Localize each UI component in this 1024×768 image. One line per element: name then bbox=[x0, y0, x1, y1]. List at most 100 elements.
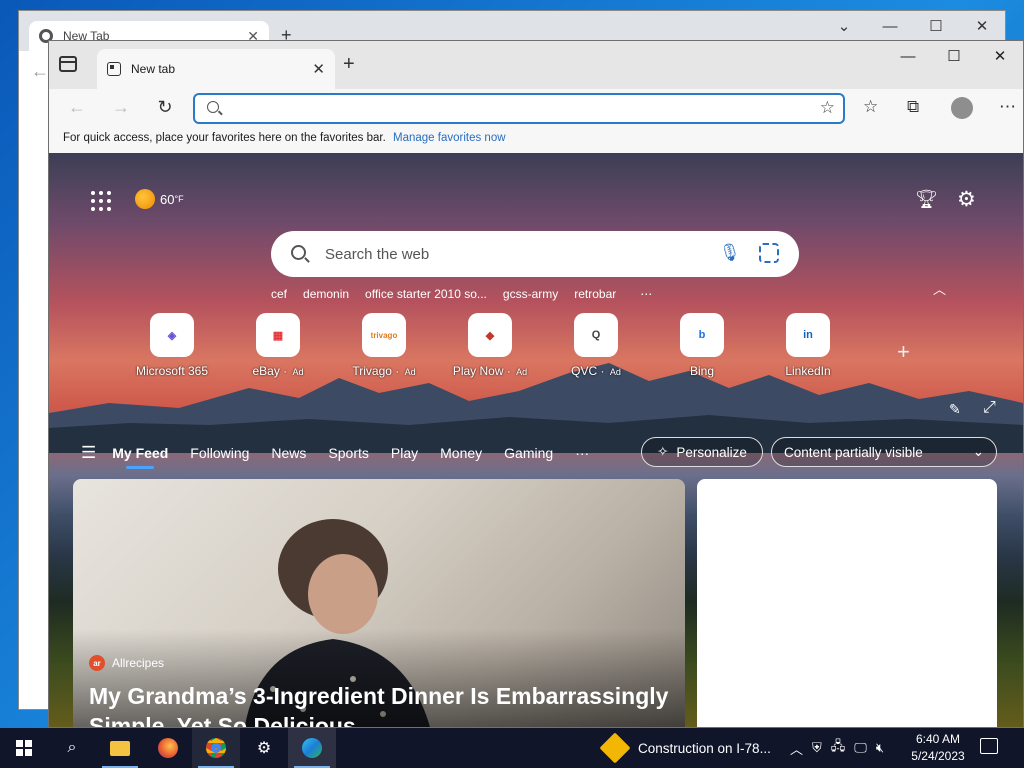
background-tab-search-icon[interactable]: ⌄ bbox=[821, 11, 867, 41]
hamburger-menu-icon[interactable]: ☰ bbox=[81, 443, 96, 463]
more-icon[interactable]: ⋯ bbox=[999, 97, 1016, 117]
minimize-button[interactable]: — bbox=[885, 41, 931, 71]
personalize-button[interactable]: ✧ Personalize bbox=[641, 437, 763, 467]
quick-link[interactable]: Q QVC · Ad bbox=[543, 313, 649, 378]
tab-gaming[interactable]: Gaming bbox=[504, 445, 553, 461]
news-notification[interactable]: Construction on I-78... bbox=[599, 728, 771, 768]
search-icon bbox=[291, 245, 306, 260]
favorites-icon[interactable]: ☆ bbox=[863, 97, 878, 117]
construction-warning-icon bbox=[599, 732, 631, 764]
shield-icon[interactable]: ⛨ bbox=[812, 740, 822, 756]
chrome-icon[interactable] bbox=[192, 728, 240, 768]
tab-news[interactable]: News bbox=[271, 445, 306, 461]
background-back-icon[interactable]: ← bbox=[31, 61, 49, 82]
quick-link-name: Bing bbox=[689, 364, 715, 378]
quick-link-name: Trivago bbox=[352, 364, 392, 378]
more-tabs-icon[interactable]: ··· bbox=[575, 445, 589, 461]
edit-background-icon[interactable]: ✎ bbox=[949, 401, 961, 418]
windows-logo-icon bbox=[16, 740, 32, 756]
add-site-button[interactable]: + bbox=[897, 339, 910, 365]
maximize-button[interactable]: ☐ bbox=[931, 41, 977, 71]
manage-favorites-link[interactable]: Manage favorites now bbox=[393, 132, 506, 144]
edge-window: New tab ✕ + — ☐ ✕ ← → ↻ ☆ ☆ ⧉ ⋯ For quic… bbox=[48, 40, 1024, 728]
newtab-favicon-icon bbox=[107, 62, 121, 76]
address-bar[interactable]: ☆ bbox=[193, 93, 845, 124]
web-search-input[interactable] bbox=[325, 244, 705, 264]
network-icon[interactable]: 🖧︎ bbox=[831, 737, 846, 759]
content-visibility-label: Content partially visible bbox=[784, 444, 923, 460]
trending-item[interactable]: gcss-army bbox=[503, 287, 558, 301]
background-minimize-button[interactable]: — bbox=[867, 11, 913, 41]
settings-gear-icon[interactable]: ⚙ bbox=[957, 187, 976, 212]
monitor-icon[interactable]: 🖵︎ bbox=[854, 740, 867, 756]
trending-more-icon[interactable]: ⋯ bbox=[640, 287, 652, 301]
ad-badge: Ad bbox=[292, 367, 304, 377]
quick-link[interactable]: trivago Trivago · Ad bbox=[331, 313, 437, 378]
card-source-name: Allrecipes bbox=[112, 656, 165, 670]
show-hidden-icons-icon[interactable]: ︿ bbox=[790, 739, 803, 758]
settings-gear-icon[interactable]: ⚙ bbox=[240, 728, 288, 768]
quick-link[interactable]: b Bing bbox=[649, 313, 755, 378]
tab-my-feed[interactable]: My Feed bbox=[112, 445, 168, 469]
tab-close-icon[interactable]: ✕ bbox=[312, 60, 325, 78]
quick-link[interactable]: ▦ eBay · Ad bbox=[225, 313, 331, 378]
profile-avatar[interactable] bbox=[951, 97, 973, 119]
collections-icon[interactable]: ⧉ bbox=[907, 97, 919, 117]
quick-link[interactable]: in LinkedIn bbox=[755, 313, 861, 378]
edge-icon[interactable] bbox=[288, 728, 336, 768]
quick-links: ◈ Microsoft 365 ▦ eBay · Ad trivago Trivago ·… bbox=[119, 313, 861, 378]
notifications-icon[interactable] bbox=[980, 738, 998, 754]
system-tray: ︿ ⛨ 🖧︎ 🖵︎ 🔇︎ bbox=[790, 728, 893, 768]
favorites-bar: For quick access, place your favorites h… bbox=[49, 129, 1023, 155]
ad-badge: Ad bbox=[609, 367, 621, 377]
allrecipes-logo-icon: ar bbox=[89, 655, 105, 671]
tab-following[interactable]: Following bbox=[190, 445, 249, 461]
visual-search-icon[interactable] bbox=[759, 243, 779, 263]
tab-sports[interactable]: Sports bbox=[328, 445, 368, 461]
content-visibility-select[interactable]: Content partially visible ⌄ bbox=[771, 437, 997, 467]
quick-link[interactable]: ◆ Play Now · Ad bbox=[437, 313, 543, 378]
background-close-button[interactable]: ✕ bbox=[959, 11, 1005, 41]
expand-icon[interactable]: ⤢ bbox=[983, 399, 996, 417]
start-button[interactable] bbox=[0, 728, 48, 768]
tab-new-tab[interactable]: New tab ✕ bbox=[97, 49, 335, 89]
quick-link-icon: trivago bbox=[362, 313, 406, 357]
collapse-chevron-icon[interactable]: ︿ bbox=[933, 279, 946, 298]
firefox-icon[interactable] bbox=[144, 728, 192, 768]
tab-play[interactable]: Play bbox=[391, 445, 418, 461]
card-source[interactable]: ar Allrecipes bbox=[89, 655, 164, 671]
address-input[interactable] bbox=[229, 99, 789, 119]
clock-time: 6:40 AM bbox=[915, 732, 961, 746]
quick-link-icon: Q bbox=[574, 313, 618, 357]
add-favorite-icon[interactable]: ☆ bbox=[820, 98, 835, 118]
feed-card[interactable]: ar Allrecipes My Grandma’s 3-Ingredient … bbox=[73, 479, 685, 727]
trending-item[interactable]: retrobar bbox=[574, 287, 616, 301]
web-search-box[interactable]: 🎙︎ bbox=[271, 231, 799, 277]
new-tab-button[interactable]: + bbox=[343, 53, 355, 76]
file-explorer-icon[interactable] bbox=[96, 728, 144, 768]
forward-button[interactable]: → bbox=[109, 97, 133, 118]
volume-muted-icon[interactable]: 🔇︎ bbox=[876, 740, 884, 756]
apps-grid-icon[interactable] bbox=[91, 191, 111, 211]
ad-badge: Ad bbox=[404, 367, 416, 377]
quick-link-name: QVC bbox=[571, 364, 598, 378]
quick-link-icon: in bbox=[786, 313, 830, 357]
refresh-button[interactable]: ↻ bbox=[153, 97, 177, 118]
quick-link-label: QVC · Ad bbox=[571, 364, 621, 378]
trending-item[interactable]: demonin bbox=[303, 287, 349, 301]
card-headline[interactable]: My Grandma’s 3-Ingredient Dinner Is Emba… bbox=[89, 681, 679, 727]
close-button[interactable]: ✕ bbox=[977, 41, 1023, 71]
weather-widget[interactable]: 60 °F bbox=[135, 189, 184, 209]
quick-link[interactable]: ◈ Microsoft 365 bbox=[119, 313, 225, 378]
trophy-icon[interactable]: 🏆︎ bbox=[915, 189, 938, 210]
clock[interactable]: 6:40 AM 5/24/2023 bbox=[906, 731, 970, 765]
microphone-icon[interactable]: 🎙︎ bbox=[719, 243, 741, 263]
trending-item[interactable]: office starter 2010 so... bbox=[365, 287, 487, 301]
search-icon[interactable]: ⌕ bbox=[48, 728, 96, 768]
tab-actions-icon[interactable] bbox=[59, 56, 77, 72]
trending-item[interactable]: cef bbox=[271, 287, 287, 301]
tab-money[interactable]: Money bbox=[440, 445, 482, 461]
background-maximize-button[interactable]: ☐ bbox=[913, 11, 959, 41]
quick-link-label: LinkedIn bbox=[785, 364, 830, 378]
back-button[interactable]: ← bbox=[65, 97, 89, 118]
